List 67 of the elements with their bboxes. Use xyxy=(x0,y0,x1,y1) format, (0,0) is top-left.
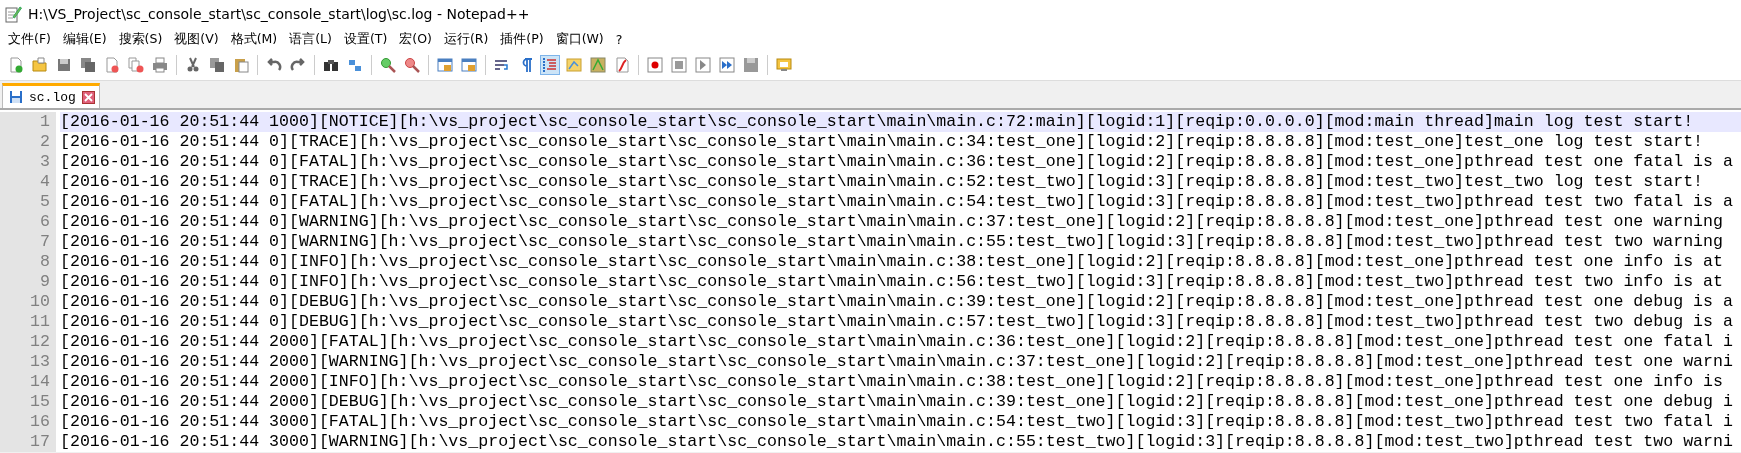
line-number: 8 xyxy=(0,252,56,272)
line-number: 15 xyxy=(0,392,56,412)
code-line: [2016-01-16 20:51:44 0][INFO][h:\vs_project\sc_console_start\sc_console_start\main\main.c:56:test_two][logid:3][reqip:8.8.8.8][mod:test_two]pthread test two info is at xyxy=(60,272,1724,292)
code-line: [2016-01-16 20:51:44 0][DEBUG][h:\vs_project\sc_console_start\sc_console_start\main\main.c:39:test_one][logid:2][reqip:8.8.8.8][mod:test_one]pthread test one debug is a xyxy=(60,292,1734,312)
menu-item[interactable]: 设置(T) xyxy=(337,28,394,50)
line-number: 4 xyxy=(0,172,56,192)
copy-icon[interactable] xyxy=(207,55,227,75)
close-icon[interactable] xyxy=(81,90,95,104)
sync-scroll-vertical-icon[interactable] xyxy=(435,55,455,75)
menu-item[interactable]: 运行(R) xyxy=(437,28,495,50)
code-line: [2016-01-16 20:51:44 3000][FATAL][h:\vs_project\sc_console_start\sc_console_start\main\main.c:54:test_two][logid:3][reqip:8.8.8.8][mod:test_two]pthread test two fatal i xyxy=(60,412,1734,432)
code-line: [2016-01-16 20:51:44 0][DEBUG][h:\vs_project\sc_console_start\sc_console_start\main\main.c:57:test_two][logid:3][reqip:8.8.8.8][mod:test_two]pthread test two debug is a xyxy=(60,312,1734,332)
zoom-in-icon[interactable] xyxy=(378,55,398,75)
window-title: H:\VS_Project\sc_console_start\sc_console_start\log\sc.log - Notepad++ xyxy=(28,6,530,22)
code-line: [2016-01-16 20:51:44 0][FATAL][h:\vs_project\sc_console_start\sc_console_start\main\main.c:36:test_one][logid:2][reqip:8.8.8.8][mod:test_one]pthread test one fatal is a xyxy=(60,152,1734,172)
file-tab[interactable]: sc.log xyxy=(2,83,100,108)
document-map-icon[interactable] xyxy=(588,55,608,75)
menu-item[interactable]: 文件(F) xyxy=(2,28,57,50)
line-number: 6 xyxy=(0,212,56,232)
line-number: 13 xyxy=(0,352,56,372)
code-line: [2016-01-16 20:51:44 2000][DEBUG][h:\vs_project\sc_console_start\sc_console_start\main\main.c:39:test_one][logid:2][reqip:8.8.8.8][mod:test_one]pthread test one debug i xyxy=(60,392,1734,412)
line-number: 11 xyxy=(0,312,56,332)
fast-forward-icon[interactable] xyxy=(717,55,737,75)
close-all-icon[interactable] xyxy=(126,55,146,75)
code-line: [2016-01-16 20:51:44 0][INFO][h:\vs_project\sc_console_start\sc_console_start\main\main.c:38:test_one][logid:2][reqip:8.8.8.8][mod:test_one]pthread test one info is at xyxy=(60,252,1724,272)
line-number: 16 xyxy=(0,412,56,432)
line-number: 14 xyxy=(0,372,56,392)
line-number: 5 xyxy=(0,192,56,212)
menu-item[interactable]: 窗口(W) xyxy=(549,28,610,50)
code-line: [2016-01-16 20:51:44 0][FATAL][h:\vs_project\sc_console_start\sc_console_start\main\main.c:54:test_two][logid:3][reqip:8.8.8.8][mod:test_two]pthread test two fatal is a xyxy=(60,192,1734,212)
save-macro-icon[interactable] xyxy=(741,55,761,75)
menu-item[interactable]: 语言(L) xyxy=(283,28,338,50)
stop-icon[interactable] xyxy=(669,55,689,75)
code-line: [2016-01-16 20:51:44 0][TRACE][h:\vs_project\sc_console_start\sc_console_start\main\main.c:34:test_one][logid:2][reqip:8.8.8.8][mod:test_one]test_one log test start! xyxy=(60,132,1705,152)
menu-item[interactable]: 编辑(E) xyxy=(56,28,113,50)
code-line: [2016-01-16 20:51:44 3000][WARNING][h:\vs_project\sc_console_start\sc_console_start\main\main.c:55:test_two][logid:3][reqip:8.8.8.8][mod:test_two]pthread test two warni xyxy=(60,432,1734,452)
line-number: 3 xyxy=(0,152,56,172)
code-line: [2016-01-16 20:51:44 0][TRACE][h:\vs_project\sc_console_start\sc_console_start\main\main.c:52:test_two][logid:3][reqip:8.8.8.8][mod:test_two]test_two log test start! xyxy=(60,172,1705,192)
menu-item[interactable]: 格式(M) xyxy=(224,28,284,50)
save-icon xyxy=(9,90,23,104)
line-number: 9 xyxy=(0,272,56,292)
code-line: [2016-01-16 20:51:44 2000][INFO][h:\vs_project\sc_console_start\sc_console_start\main\main.c:38:test_one][logid:2][reqip:8.8.8.8][mod:test_one]pthread test one info is xyxy=(60,372,1724,392)
notepad-icon xyxy=(4,5,22,23)
code-line: [2016-01-16 20:51:44 0][WARNING][h:\vs_project\sc_console_start\sc_console_start\main\main.c:55:test_two][logid:3][reqip:8.8.8.8][mod:test_two]pthread test two warning xyxy=(60,232,1724,252)
line-number: 1 xyxy=(0,112,56,132)
printer-icon[interactable] xyxy=(150,55,170,75)
code-line: [2016-01-16 20:51:44 0][WARNING][h:\vs_project\sc_console_start\sc_console_start\main\main.c:37:test_one][logid:2][reqip:8.8.8.8][mod:test_one]pthread test one warning xyxy=(60,212,1724,232)
line-number: 17 xyxy=(0,432,56,452)
code-line: [2016-01-16 20:51:44 2000][FATAL][h:\vs_project\sc_console_start\sc_console_start\main\main.c:36:test_one][logid:2][reqip:8.8.8.8][mod:test_one]pthread test one fatal i xyxy=(60,332,1734,352)
sync-scroll-horizontal-icon[interactable] xyxy=(459,55,479,75)
zoom-out-icon[interactable] xyxy=(402,55,422,75)
save-all-icon[interactable] xyxy=(78,55,98,75)
menu-item[interactable]: ? xyxy=(609,29,629,49)
code-line: [2016-01-16 20:51:44 2000][WARNING][h:\vs_project\sc_console_start\sc_console_start\main\main.c:37:test_one][logid:2][reqip:8.8.8.8][mod:test_one]pthread test one warni xyxy=(60,352,1734,372)
indent-guide-icon[interactable] xyxy=(540,55,560,75)
menu-item[interactable]: 插件(P) xyxy=(494,28,550,50)
record-icon[interactable] xyxy=(645,55,665,75)
play-icon[interactable] xyxy=(693,55,713,75)
menu-item[interactable]: 视图(V) xyxy=(168,28,225,50)
menu-item[interactable]: 宏(O) xyxy=(393,28,438,50)
menu-item[interactable]: 搜索(S) xyxy=(112,28,169,50)
line-number: 7 xyxy=(0,232,56,252)
tab-label: sc.log xyxy=(29,89,76,105)
line-number: 12 xyxy=(0,332,56,352)
line-number: 10 xyxy=(0,292,56,312)
line-number: 2 xyxy=(0,132,56,152)
folder-icon[interactable] xyxy=(30,55,50,75)
